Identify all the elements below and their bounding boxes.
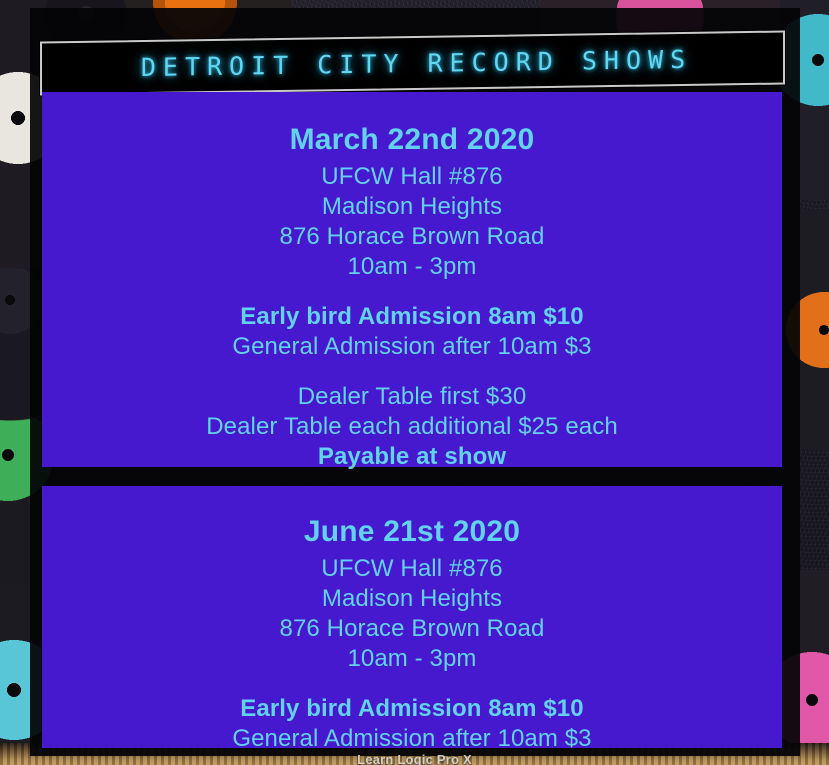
event-address: 876 Horace Brown Road <box>279 223 545 250</box>
dealer-table-first: Dealer Table first $30 <box>297 383 527 410</box>
event-venue-block: UFCW Hall #876 Madison Heights 876 Horac… <box>42 162 782 282</box>
site-banner: DETROIT CITY RECORD SHOWS <box>40 30 785 96</box>
event-city: Madison Heights <box>321 193 503 220</box>
banner-title: DETROIT CITY RECORD SHOWS <box>140 44 693 82</box>
event-address: 876 Horace Brown Road <box>279 615 545 642</box>
event-city: Madison Heights <box>321 585 503 612</box>
early-bird-admission: Early bird Admission 8am $10 <box>240 695 584 722</box>
watermark-text: Learn Logic Pro X <box>357 752 472 765</box>
event-hours: 10am - 3pm <box>347 645 477 672</box>
early-bird-admission: Early bird Admission 8am $10 <box>240 303 584 330</box>
event-date-heading: June 21st 2020 <box>303 515 521 548</box>
event-card: June 21st 2020 UFCW Hall #876 Madison He… <box>42 486 782 752</box>
event-admission-block: Early bird Admission 8am $10 General Adm… <box>42 694 782 754</box>
banner-plaque: DETROIT CITY RECORD SHOWS <box>40 30 785 96</box>
event-venue: UFCW Hall #876 <box>321 163 503 190</box>
general-admission: General Admission after 10am $3 <box>232 725 592 752</box>
dealer-table-additional: Dealer Table each additional $25 each <box>206 413 618 440</box>
page-root: DETROIT CITY RECORD SHOWS March 22nd 202… <box>0 0 829 765</box>
event-venue-block: UFCW Hall #876 Madison Heights 876 Horac… <box>42 554 782 674</box>
event-card: March 22nd 2020 UFCW Hall #876 Madison H… <box>42 92 782 470</box>
payment-note: Payable at show <box>317 443 507 470</box>
event-hours: 10am - 3pm <box>347 253 477 280</box>
event-date-heading: March 22nd 2020 <box>289 123 535 156</box>
event-venue: UFCW Hall #876 <box>321 555 503 582</box>
general-admission: General Admission after 10am $3 <box>232 333 592 360</box>
event-admission-block: Early bird Admission 8am $10 General Adm… <box>42 302 782 362</box>
event-dealer-block: Dealer Table first $30 Dealer Table each… <box>42 382 782 472</box>
